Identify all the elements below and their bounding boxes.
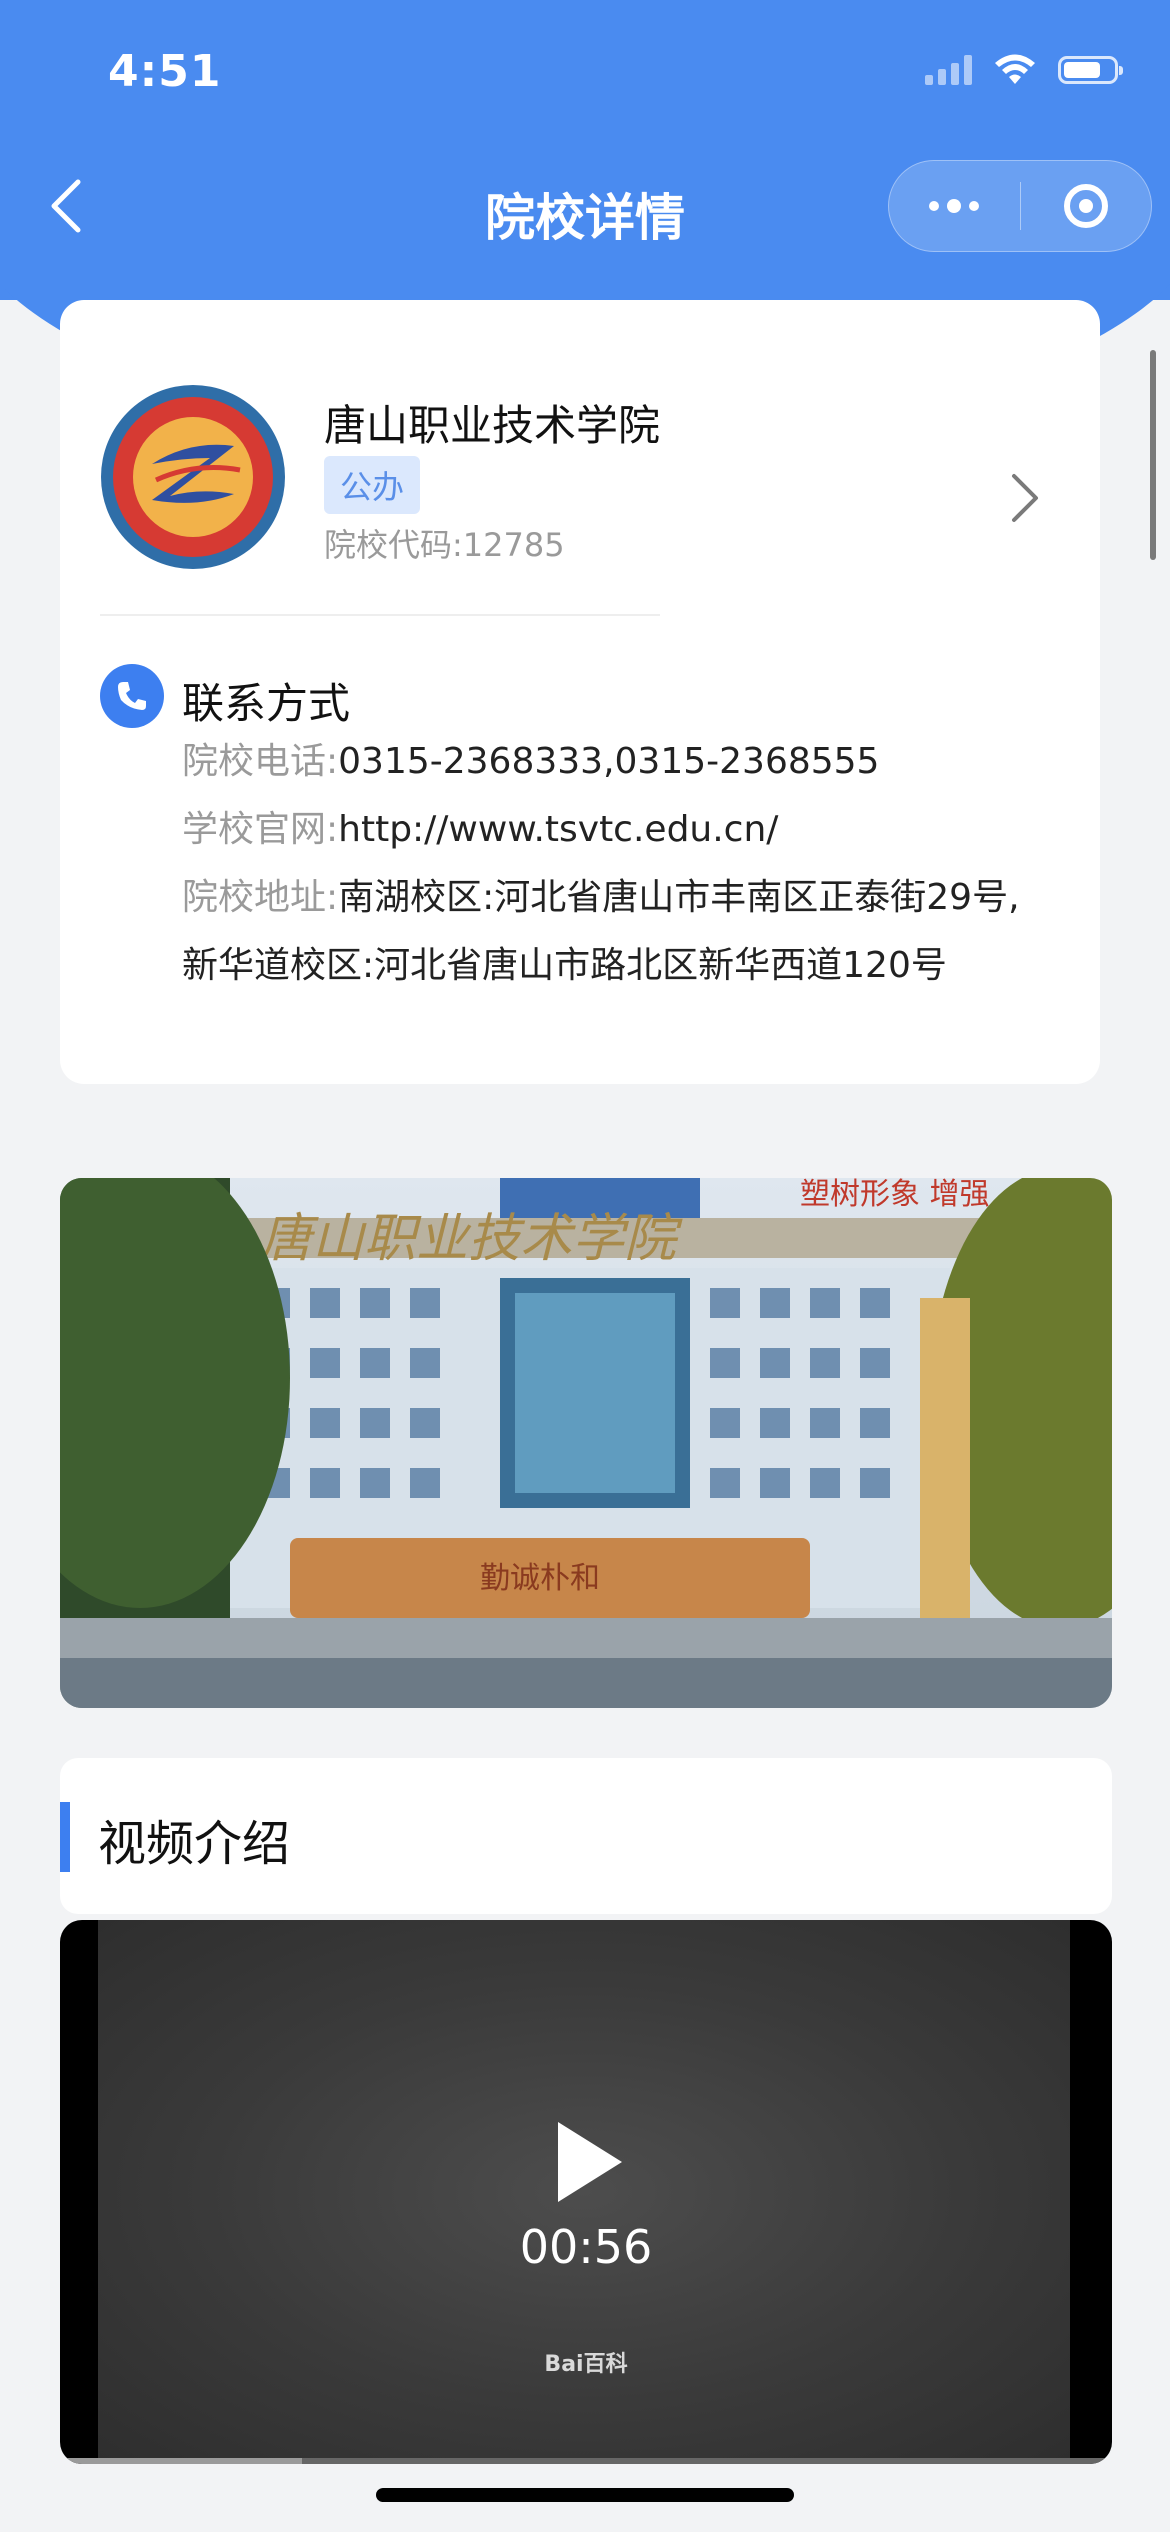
miniprogram-capsule [888, 160, 1152, 252]
wifi-icon [995, 54, 1035, 84]
phone-icon [100, 664, 164, 728]
website-row: 学校官网:http://www.tsvtc.edu.cn/ [182, 796, 778, 864]
scrollbar[interactable] [1150, 350, 1156, 560]
campus-illustration: 塑树形象 增强 唐山职业技术学院 勤诚朴和 [60, 1178, 1112, 1708]
divider [100, 614, 660, 616]
video-player[interactable]: 00:56 Bai百科 [60, 1920, 1112, 2464]
banner-text: 塑树形象 增强 [800, 1178, 990, 1212]
school-name: 唐山职业技术学院 [324, 401, 661, 450]
gate-text: 唐山职业技术学院 [260, 1209, 683, 1269]
chevron-right-icon[interactable] [1010, 472, 1040, 524]
section-accent [60, 1802, 70, 1872]
more-icon [929, 199, 980, 213]
phone-row: 院校电话:0315-2368333,0315-2368555 [182, 728, 879, 796]
battery-icon [1058, 56, 1123, 84]
phone-value[interactable]: 0315-2368333,0315-2368555 [338, 741, 879, 782]
contact-title: 联系方式 [182, 679, 351, 728]
status-icons [925, 54, 1123, 86]
school-type-badge: 公办 [324, 456, 421, 514]
school-info-card: 唐山职业技术学院 公办 院校代码:12785 联系方式 院校电话:0315-23… [60, 300, 1100, 1084]
home-indicator[interactable] [376, 2488, 794, 2502]
video-progress-track[interactable] [60, 2458, 1112, 2464]
play-icon[interactable] [552, 2118, 626, 2206]
website-label: 学校官网: [182, 809, 339, 850]
more-button[interactable] [889, 161, 1020, 251]
target-icon [1063, 184, 1108, 228]
video-section-header: 视频介绍 [60, 1758, 1112, 1914]
baidu-watermark: Bai百科 [544, 2352, 628, 2377]
phone-label: 院校电话: [182, 741, 339, 782]
website-link[interactable]: http://www.tsvtc.edu.cn/ [338, 809, 778, 850]
video-progress-fill [60, 2458, 302, 2464]
school-code: 院校代码:12785 [324, 520, 565, 566]
video-section-title: 视频介绍 [98, 1816, 291, 1872]
status-time: 4:51 [108, 46, 222, 97]
video-duration: 00:56 [519, 2220, 653, 2274]
school-logo [101, 385, 285, 569]
school-code-value: 12785 [462, 526, 565, 564]
address-row: 院校地址:南湖校区:河北省唐山市丰南区正泰街29号,新华道校区:河北省唐山市路北… [182, 864, 1052, 1000]
cellular-signal-icon [925, 55, 972, 85]
rock-text: 勤诚朴和 [480, 1561, 600, 1596]
campus-photo[interactable]: 塑树形象 增强 唐山职业技术学院 勤诚朴和 [60, 1178, 1112, 1708]
close-miniprogram-button[interactable] [1021, 161, 1152, 251]
address-label: 院校地址: [182, 877, 339, 918]
school-code-label: 院校代码: [324, 526, 463, 564]
